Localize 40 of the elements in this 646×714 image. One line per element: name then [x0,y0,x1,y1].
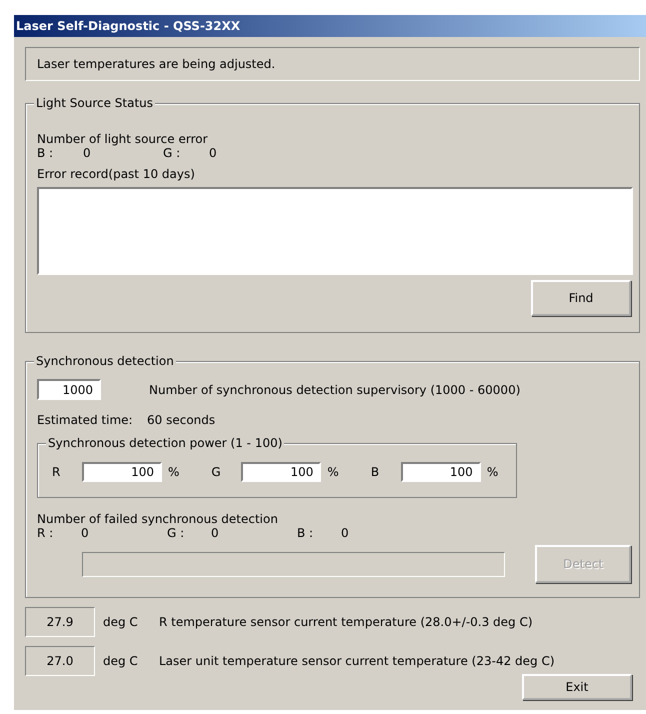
power-input[interactable]: 100 [400,462,481,482]
unit-label: % [486,465,498,479]
count-value: 0 [83,146,92,160]
unit-label: % [327,465,339,479]
error-record-label: Error record(past 10 days) [37,167,196,181]
find-button[interactable]: Find [531,280,631,316]
count-value: 0 [81,526,90,540]
count-label: G : [167,526,186,540]
power-input[interactable]: 100 [82,462,162,482]
failed-count-label: Number of failed synchronous detection [37,512,279,526]
count-label: B : [297,526,314,540]
temperature-value: 27.0 [25,646,95,676]
temperature-value: 27.9 [25,607,95,637]
power-input[interactable]: 100 [241,462,322,482]
channel-label: G [211,465,222,479]
count-value: 0 [341,526,350,540]
channel-label: B [370,465,380,479]
status-message: Laser temperatures are being adjusted. [37,57,276,71]
count-label: G : [163,146,182,160]
unit-label: deg C [103,654,139,668]
error-record-field[interactable] [37,187,633,275]
supervisory-label: Number of synchronous detection supervisory (1000 - 60000) [149,382,520,396]
group-title: Synchronous detection [34,354,176,368]
unit-label: deg C [103,615,139,629]
estimated-time-label: Estimated time: [37,413,134,427]
temperature-description: Laser unit temperature sensor current temperature (23-42 deg C) [159,654,555,668]
temperature-description: R temperature sensor current temperature (28.0+/-0.3 deg C) [159,615,533,629]
window-title: Laser Self-Diagnostic - QSS-32XX [16,19,240,33]
group-title: Synchronous detection power (1 - 100) [46,436,284,450]
group-title: Light Source Status [34,96,156,110]
count-label: B : [37,146,54,160]
count-value: 0 [209,146,218,160]
estimated-time-value: 60 seconds [147,413,216,427]
count-value: 0 [211,526,220,540]
count-label: R : [37,526,54,540]
error-count-label: Number of light source error [37,132,209,146]
unit-label: % [168,465,180,479]
exit-button[interactable]: Exit [522,674,632,700]
supervisory-input[interactable]: 1000 [37,379,101,400]
channel-label: R [52,465,62,479]
